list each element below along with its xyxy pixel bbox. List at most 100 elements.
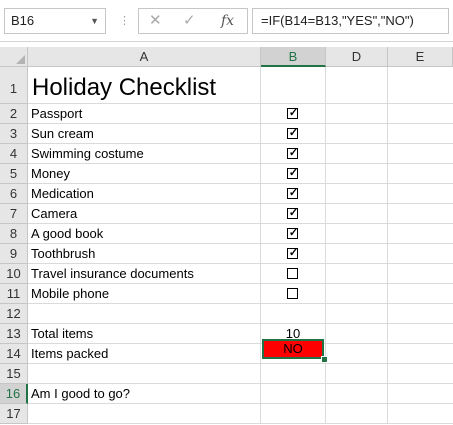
cell[interactable] [326,104,388,124]
checkbox[interactable]: ✓ [287,247,298,259]
cell[interactable] [326,324,388,344]
checkbox[interactable] [287,267,298,279]
checklist-item-label[interactable]: Passport [28,104,261,124]
cell[interactable] [388,184,453,204]
cell[interactable] [388,344,453,364]
checklist-item-label[interactable]: Toothbrush [28,244,261,264]
cell[interactable] [261,67,326,104]
checkbox[interactable]: ✓ [287,187,298,199]
cell[interactable] [326,404,388,424]
row-header[interactable]: 14 [0,344,28,364]
cell[interactable]: ✓ [261,104,326,124]
row-header[interactable]: 1 [0,67,28,104]
cell[interactable] [326,144,388,164]
cell[interactable] [326,384,388,404]
cell[interactable]: ✓ [261,144,326,164]
checklist-item-label[interactable]: Travel insurance documents [28,264,261,284]
row-header[interactable]: 8 [0,224,28,244]
cell[interactable] [388,304,453,324]
checklist-item-label[interactable]: A good book [28,224,261,244]
cell[interactable] [326,264,388,284]
cell[interactable] [261,384,326,404]
cell[interactable] [388,224,453,244]
checkbox[interactable]: ✓ [287,127,298,139]
checklist-item-label[interactable]: Medication [28,184,261,204]
checklist-item-label[interactable]: Camera [28,204,261,224]
cell[interactable] [388,204,453,224]
cell[interactable] [388,244,453,264]
cell[interactable] [326,344,388,364]
cell[interactable] [261,264,326,284]
cell[interactable]: ✓ [261,164,326,184]
column-header-a[interactable]: A [28,47,261,67]
cell[interactable] [388,67,453,104]
row-header[interactable]: 9 [0,244,28,264]
checklist-item-label[interactable]: Sun cream [28,124,261,144]
row-header[interactable]: 11 [0,284,28,304]
checkbox[interactable]: ✓ [287,167,298,179]
insert-function-icon[interactable]: fx [221,9,234,33]
row-header[interactable]: 4 [0,144,28,164]
cell[interactable] [28,304,261,324]
cell[interactable] [388,264,453,284]
row-header[interactable]: 13 [0,324,28,344]
column-header-d[interactable]: D [326,47,388,67]
row-header[interactable]: 5 [0,164,28,184]
cell[interactable] [326,204,388,224]
cell[interactable]: ✓ [261,244,326,264]
row-header[interactable]: 3 [0,124,28,144]
column-header-e[interactable]: E [388,47,453,67]
cell[interactable] [388,144,453,164]
row-header[interactable]: 7 [0,204,28,224]
cell[interactable] [388,164,453,184]
formula-input[interactable]: =IF(B14=B13,"YES","NO") [252,8,449,34]
chevron-down-icon[interactable]: ▼ [90,9,99,33]
select-all-button[interactable] [0,47,28,67]
checkbox[interactable]: ✓ [287,107,298,119]
cell[interactable]: ✓ [261,184,326,204]
cell[interactable] [388,324,453,344]
cell[interactable] [326,364,388,384]
row-header[interactable]: 6 [0,184,28,204]
cell[interactable] [261,304,326,324]
enter-icon[interactable]: ✓ [183,9,196,33]
checkbox[interactable]: ✓ [287,207,298,219]
cancel-icon[interactable]: ✕ [149,9,162,33]
cell[interactable] [326,164,388,184]
row-header[interactable]: 16 [0,384,28,404]
checkbox[interactable]: ✓ [287,147,298,159]
cell[interactable] [326,244,388,264]
sheet-title[interactable]: Holiday Checklist [28,67,261,104]
row-header[interactable]: 10 [0,264,28,284]
cell[interactable]: ✓ [261,204,326,224]
checklist-item-label[interactable]: Swimming costume [28,144,261,164]
cell[interactable]: ✓ [261,124,326,144]
checklist-item-label[interactable]: Money [28,164,261,184]
cell[interactable] [326,284,388,304]
cell[interactable] [388,104,453,124]
cell[interactable] [388,284,453,304]
cell[interactable] [326,184,388,204]
cell[interactable] [261,284,326,304]
checkbox[interactable]: ✓ [287,227,298,239]
cell[interactable] [326,124,388,144]
cell[interactable] [388,404,453,424]
items-packed-label[interactable]: Items packed [28,344,261,364]
row-header[interactable]: 12 [0,304,28,324]
cell[interactable]: ✓ [261,224,326,244]
name-box[interactable]: B16 ▼ [4,8,106,34]
question-label[interactable]: Am I good to go? [28,384,261,404]
row-header[interactable]: 15 [0,364,28,384]
checklist-item-label[interactable]: Mobile phone [28,284,261,304]
cell[interactable] [261,364,326,384]
cell[interactable] [28,364,261,384]
cell[interactable] [326,224,388,244]
cell[interactable] [388,364,453,384]
row-header[interactable]: 17 [0,404,28,424]
cell[interactable] [388,124,453,144]
cell[interactable] [326,67,388,104]
column-header-b[interactable]: B [261,47,326,67]
cell[interactable] [261,404,326,424]
cell[interactable] [326,304,388,324]
cell[interactable] [388,384,453,404]
